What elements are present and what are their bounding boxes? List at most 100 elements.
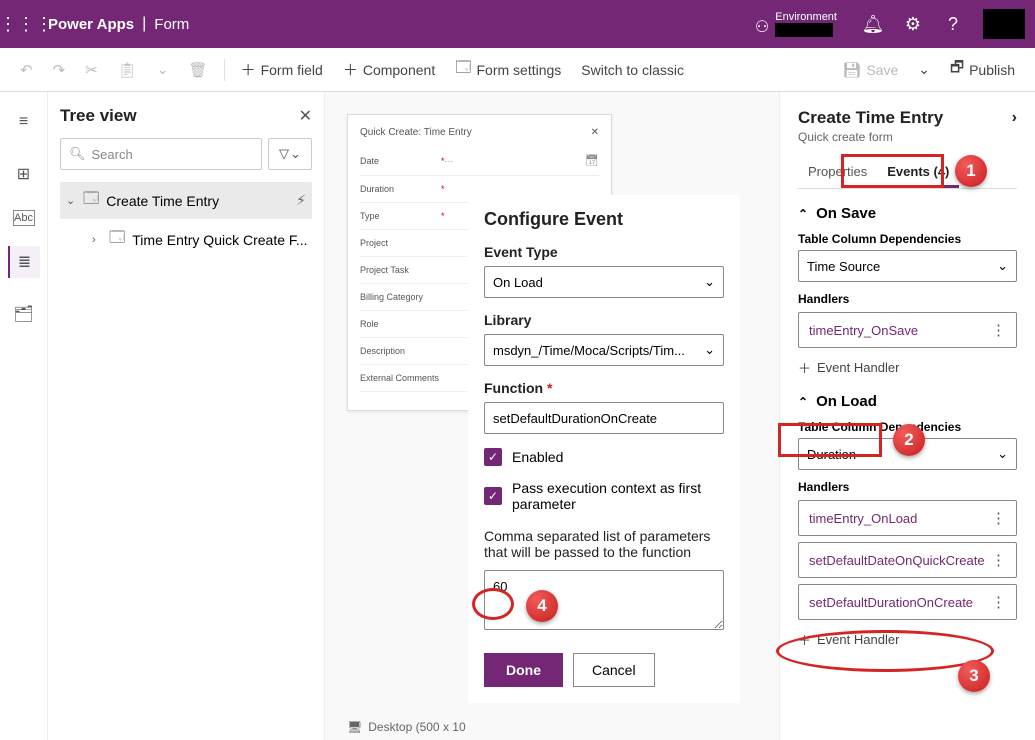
redo-button[interactable]: ↷ xyxy=(47,57,72,83)
calendar-icon: 📅︎ xyxy=(585,154,599,167)
chevron-up-icon: ⌃ xyxy=(798,395,808,409)
rail-tree-icon[interactable]: ≣ xyxy=(8,246,40,278)
publish-icon: 🗗 xyxy=(950,57,964,82)
search-input[interactable]: 🔍︎ Search xyxy=(60,138,262,170)
chevron-up-icon: ⌃ xyxy=(798,207,808,221)
status-bar: 🖥︎ Desktop (500 x 10 xyxy=(347,720,466,734)
save-button[interactable]: 💾︎Save xyxy=(836,57,904,83)
add-handler-button[interactable]: ＋Event Handler xyxy=(798,358,1017,377)
help-icon[interactable]: ? xyxy=(933,14,973,35)
save-icon: 💾︎ xyxy=(842,61,861,79)
filter-button[interactable]: ▽⌄ xyxy=(268,138,312,170)
undo-button[interactable]: ↶ xyxy=(14,57,39,83)
paste-icon: 📋︎ xyxy=(118,61,137,79)
trash-icon: 🗑︎ xyxy=(189,61,208,79)
checkbox-enabled[interactable]: ✓ Enabled xyxy=(484,448,724,466)
top-bar: ⋮⋮⋮ Power Apps | Form ⚇ Environment 🔔︎ ⚙… xyxy=(0,0,1035,48)
command-bar: ↶ ↷ ✂ 📋︎ ⌄ 🗑︎ ＋Form field ＋Component 🗔Fo… xyxy=(0,48,1035,92)
redo-icon: ↷ xyxy=(53,61,66,79)
close-icon[interactable]: ✕ xyxy=(591,127,599,138)
preview-title: Quick Create: Time Entry xyxy=(360,127,472,138)
tab-events[interactable]: Events (4) xyxy=(877,158,959,188)
handler-timeentry-onload[interactable]: timeEntry_OnLoad⋮ xyxy=(798,500,1017,536)
handler-setdefaultduration[interactable]: setDefaultDurationOnCreate⋮ xyxy=(798,584,1017,620)
add-formfield-button[interactable]: ＋Form field xyxy=(235,55,329,84)
form-icon: 🗔 xyxy=(109,227,125,252)
desktop-icon: 🖥︎ xyxy=(347,720,362,734)
close-icon[interactable]: ✕ xyxy=(299,106,312,126)
switch-to-classic-button[interactable]: Switch to classic xyxy=(575,58,690,82)
handler-timeentry-onsave[interactable]: timeEntry_OnSave⋮ xyxy=(798,312,1017,348)
function-input[interactable]: setDefaultDurationOnCreate xyxy=(484,402,724,434)
waffle-icon[interactable]: ⋮⋮⋮ xyxy=(10,14,42,35)
plus-icon: ＋ xyxy=(343,59,358,80)
user-avatar[interactable] xyxy=(983,9,1025,39)
lightning-icon: ⚡︎ xyxy=(296,192,306,209)
cut-button[interactable]: ✂ xyxy=(79,57,104,83)
gear-icon[interactable]: ⚙ xyxy=(893,14,933,35)
form-settings-icon: 🗔 xyxy=(455,57,471,82)
app-name: Power Apps xyxy=(48,16,134,33)
environment-picker[interactable]: ⚇ Environment xyxy=(755,11,837,37)
rail-hamburger-icon[interactable]: ≡ xyxy=(8,106,40,138)
more-icon[interactable]: ⋮ xyxy=(991,321,1006,339)
chevron-down-icon: ⌄ xyxy=(290,146,301,162)
configure-event-dialog: Configure Event Event Type On Load⌄ Libr… xyxy=(468,195,740,703)
more-icon[interactable]: ⋮ xyxy=(991,551,1006,569)
cancel-button[interactable]: Cancel xyxy=(573,653,655,687)
page-name: Form xyxy=(154,16,189,33)
tree-child-row[interactable]: › 🗔 Time Entry Quick Create F... xyxy=(88,221,312,258)
checkbox-passcontext[interactable]: ✓ Pass execution context as first parame… xyxy=(484,480,724,512)
chevron-down-icon: ⌄ xyxy=(997,258,1008,274)
entity-title: Create Time Entry› xyxy=(798,108,1017,128)
tree-panel: Tree view ✕ 🔍︎ Search ▽⌄ ⌄ 🗔 Create Time… xyxy=(48,92,325,740)
bell-icon[interactable]: 🔔︎ xyxy=(853,14,893,35)
plus-icon: ＋ xyxy=(241,59,256,80)
tree-title: Tree view xyxy=(60,106,137,126)
filter-icon: ▽ xyxy=(279,146,289,162)
search-icon: 🔍︎ xyxy=(69,146,86,162)
chevron-down-icon: ⌄ xyxy=(704,274,715,290)
section-on-load[interactable]: ⌃On Load xyxy=(798,393,1017,410)
tab-properties[interactable]: Properties xyxy=(798,158,877,188)
event-type-select[interactable]: On Load⌄ xyxy=(484,266,724,298)
tree-root-row[interactable]: ⌄ 🗔 Create Time Entry ⚡︎ xyxy=(60,182,312,219)
cut-icon: ✂ xyxy=(85,61,98,79)
save-more[interactable]: ⌄ xyxy=(912,57,936,82)
rail-library-icon[interactable]: 🗂︎ xyxy=(8,298,40,330)
more-icon[interactable]: ⋮ xyxy=(991,509,1006,527)
annotation-callout-1: 1 xyxy=(955,155,987,187)
params-input[interactable] xyxy=(484,570,724,630)
annotation-callout-4: 4 xyxy=(526,590,558,622)
more-icon[interactable]: ⋮ xyxy=(991,593,1006,611)
section-on-save[interactable]: ⌃On Save xyxy=(798,205,1017,222)
rail-field-icon[interactable]: Abc xyxy=(13,210,35,226)
properties-panel: Create Time Entry› Quick create form Pro… xyxy=(779,92,1035,740)
rail-add-icon[interactable]: ⊞ xyxy=(8,158,40,190)
chevron-down-icon: ⌄ xyxy=(997,446,1008,462)
form-icon: 🗔 xyxy=(83,188,99,213)
library-select[interactable]: msdyn_/Time/Moca/Scripts/Tim...⌄ xyxy=(484,334,724,366)
publish-button[interactable]: 🗗Publish xyxy=(944,53,1021,86)
entity-subtitle: Quick create form xyxy=(798,130,1017,144)
dep-timesource-dropdown[interactable]: Time Source⌄ xyxy=(798,250,1017,282)
env-value-redacted xyxy=(775,23,833,37)
checkbox-icon: ✓ xyxy=(484,448,502,466)
add-component-button[interactable]: ＋Component xyxy=(337,55,441,84)
form-settings-button[interactable]: 🗔Form settings xyxy=(449,53,567,86)
plus-icon: ＋ xyxy=(798,358,811,377)
dialog-title: Configure Event xyxy=(484,209,724,230)
annotation-callout-2: 2 xyxy=(893,424,925,456)
chevron-right-icon: › xyxy=(92,234,102,246)
handler-setdefaultdate[interactable]: setDefaultDateOnQuickCreate⋮ xyxy=(798,542,1017,578)
undo-icon: ↶ xyxy=(20,61,33,79)
done-button[interactable]: Done xyxy=(484,653,563,687)
add-handler-button[interactable]: ＋Event Handler xyxy=(798,630,1017,649)
globe-icon: ⚇ xyxy=(755,17,769,37)
chevron-right-icon[interactable]: › xyxy=(1012,109,1017,127)
paste-more[interactable]: ⌄ xyxy=(151,57,175,82)
paste-button[interactable]: 📋︎ xyxy=(112,57,143,83)
delete-button[interactable]: 🗑︎ xyxy=(183,57,214,83)
preview-field-row[interactable]: Date*---📅︎ xyxy=(360,146,599,176)
chevron-down-icon: ⌄ xyxy=(66,194,76,207)
